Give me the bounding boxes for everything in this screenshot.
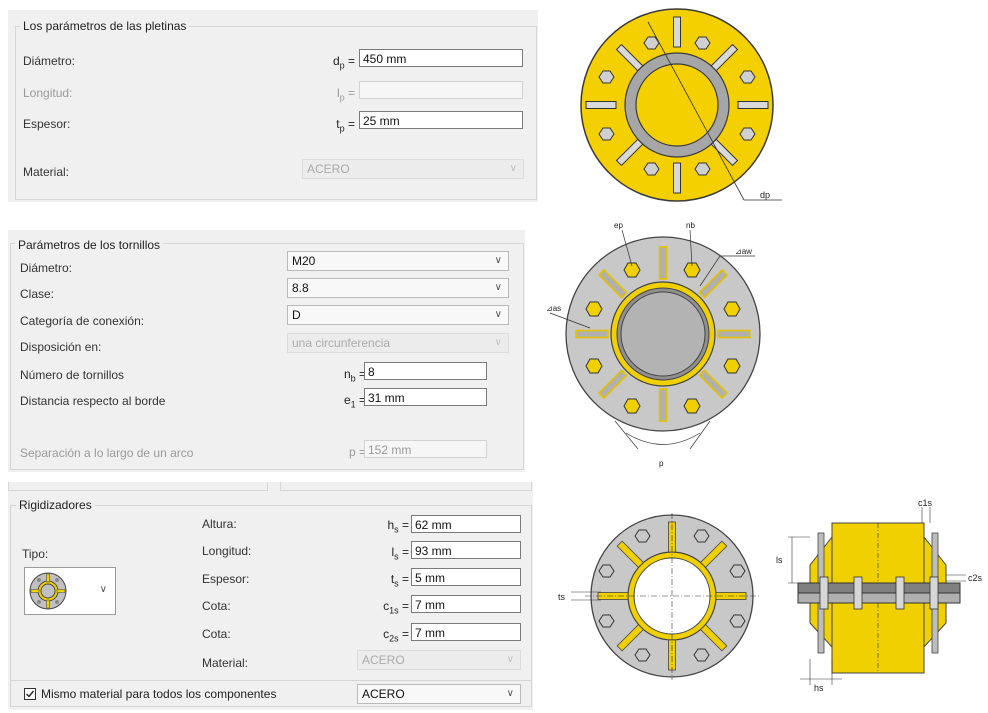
stiffener-dim2-symbol: c2s = [383,627,409,644]
same-material-checkbox[interactable] [24,688,36,700]
stiffener-length-callout: ls [776,555,783,565]
stiffener-thickness-input[interactable]: 5 mm [411,568,521,586]
plate-diameter-label: Diámetro: [23,54,76,68]
stiffener-dim2-input[interactable]: 7 mm [411,623,521,641]
plate-length-symbol: lp = [336,86,355,103]
bolt-class-select[interactable]: 8.8 ∨ [287,278,509,298]
arrangement-value: una circunferencia [292,336,391,350]
plate-material-select[interactable]: ACERO ∨ [302,159,524,179]
stiffener-type-label: Tipo: [22,547,49,561]
plate-length-label: Longitud: [23,86,73,100]
edge-distance-input[interactable]: 31 mm [364,388,487,406]
plate-thickness-input[interactable]: 25 mm [359,111,523,129]
stiffener-dim1-input[interactable]: 7 mm [411,595,521,613]
collapsed-tab-left [8,482,268,491]
bolt-count-input[interactable]: 8 [364,362,487,380]
same-material-label: Mismo material para todos los componente… [41,687,277,701]
bolt-count-callout: nb [686,221,695,230]
bolt-diameter-select[interactable]: M20 ∨ [287,251,509,271]
connection-category-label: Categoría de conexión: [20,314,145,328]
weld-aw-callout: ⊿aw [735,247,752,256]
plate-thickness-symbol: tp = [336,117,355,134]
arc-spacing-input[interactable]: 152 mm [364,440,487,458]
arc-spacing-callout: p [659,459,664,468]
stiffener-dim1-symbol: c1s = [383,599,409,616]
bolts-panel: Parámetros de los tornillos Diámetro: M2… [8,230,525,472]
plate-material-label: Material: [23,165,70,179]
stiffener-height-input[interactable]: 62 mm [411,515,521,533]
connection-category-value: D [292,308,301,322]
stiffener-length-symbol: ls = [391,545,409,562]
chevron-down-icon: ∨ [509,163,517,174]
edge-distance-symbol: e1 = [343,393,366,410]
chevron-down-icon: ∨ [506,688,514,699]
stiffener-dim2-label: Cota: [202,627,231,641]
stiffener-thickness-label: Espesor: [202,572,250,586]
bolt-diameter-label: Diámetro: [20,261,73,275]
stiffener-thickness-symbol: ts = [390,572,409,589]
plate-diameter-input[interactable]: 450 mm [359,49,523,67]
plates-group-title: Los parámetros de las pletinas [20,19,190,33]
bolt-class-value: 8.8 [292,281,309,295]
plate-thickness-label: Espesor: [23,117,71,131]
stiffener-c2s-callout: c2s [968,573,983,583]
stiffener-material-label: Material: [202,656,249,670]
bolt-count-label: Número de tornillos [20,368,125,382]
bolt-class-label: Clase: [20,287,55,301]
bolts-drawing: ep nb ⊿aw ⊿as p [546,221,761,468]
same-material-select[interactable]: ACERO ∨ [357,684,521,704]
collapsed-tab-right [280,482,532,491]
stiffener-side-drawing: ls hs c1s c2s [776,498,983,693]
stiffener-type-select[interactable]: ∨ [24,567,116,615]
plate-drawing: dp [580,8,782,202]
stiffener-height-label: Altura: [202,517,237,531]
stiffeners-panel: Rigidizadores Tipo: ∨ Altura: hs = 62 mm… [8,482,533,710]
chevron-down-icon: ∨ [494,309,502,320]
arrangement-select[interactable]: una circunferencia ∨ [287,333,509,353]
plate-length-input[interactable] [359,81,523,99]
stiffener-material-value: ACERO [362,653,405,667]
chevron-down-icon: ∨ [494,282,502,293]
arc-spacing-label: Separación a lo largo de un arco [20,446,194,460]
plate-material-value: ACERO [307,162,350,176]
plate-diameter-callout: dp [760,190,770,200]
stiffeners-group-title: Rigidizadores [16,498,95,512]
chevron-down-icon: ∨ [99,584,107,595]
chevron-down-icon: ∨ [494,337,502,348]
bolt-diameter-value: M20 [292,254,316,268]
same-material-value: ACERO [362,687,405,701]
stiffener-type-icon [29,572,67,610]
stiffener-length-label: Longitud: [202,544,252,558]
chevron-down-icon: ∨ [506,654,514,665]
stiffener-c1s-callout: c1s [918,498,933,508]
bolts-group-title: Parámetros de los tornillos [15,238,164,252]
arrangement-label: Disposición en: [20,340,102,354]
stiffener-height-callout: hs [814,683,824,693]
weld-as-callout: ⊿as [546,304,561,313]
stiffener-front-drawing: ts [558,513,760,680]
stiffener-thickness-callout: ts [558,592,566,602]
plates-panel: Los parámetros de las pletinas Diámetro:… [8,10,538,202]
edge-distance-callout: ep [614,221,623,230]
bolt-count-symbol: nb = [343,367,366,384]
stiffener-height-symbol: hs = [387,518,409,535]
plate-diameter-symbol: dp = [332,54,355,71]
checkmark-icon [26,690,35,698]
stiffener-length-input[interactable]: 93 mm [411,541,521,559]
connection-category-select[interactable]: D ∨ [287,305,509,325]
stiffener-material-select[interactable]: ACERO ∨ [357,650,521,670]
stiffener-dim1-label: Cota: [202,599,231,613]
edge-distance-label: Distancia respecto al borde [20,394,166,408]
chevron-down-icon: ∨ [494,255,502,266]
